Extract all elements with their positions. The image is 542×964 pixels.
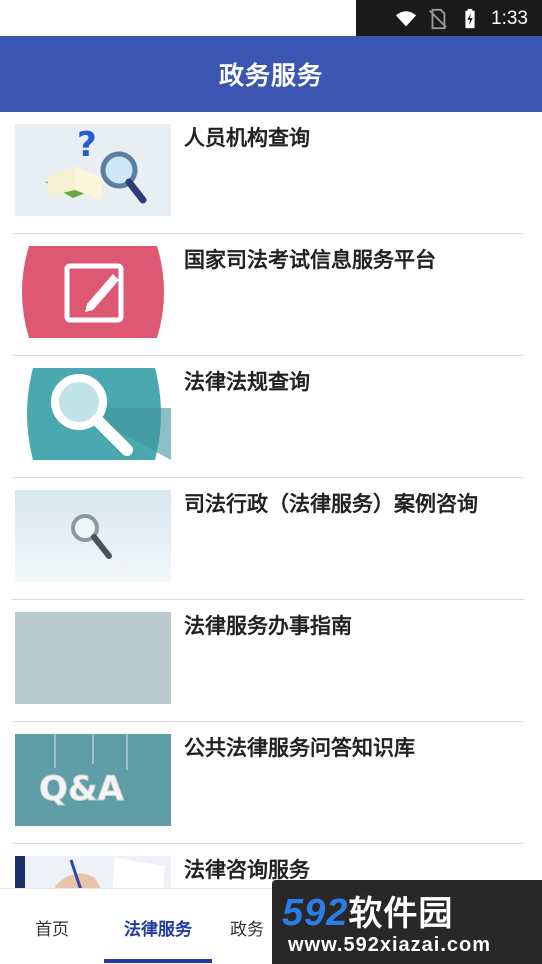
- battery-charging-icon: [465, 8, 475, 29]
- list-item[interactable]: 法律法规查询: [12, 356, 524, 478]
- service-list: ? 人员机构查询 国家司法考试信息服务平台 法律法规查询 司法行政（法律服务）案…: [0, 112, 542, 888]
- blank-image-icon: [15, 612, 171, 704]
- list-item[interactable]: Q&A 公共法律服务问答知识库: [12, 722, 524, 844]
- list-item-label: 法律服务办事指南: [184, 614, 352, 638]
- tab-legal-services[interactable]: 法律服务: [104, 889, 212, 964]
- list-item-label: 国家司法考试信息服务平台: [184, 248, 436, 272]
- tab-home[interactable]: 首页: [0, 889, 104, 964]
- writing-hand-icon: [15, 856, 171, 888]
- list-item-label: 司法行政（法律服务）案例咨询: [184, 492, 478, 516]
- qa-icon: Q&A: [15, 734, 171, 826]
- app-bar: 政务服务: [0, 36, 542, 112]
- book-magnifier-icon: ?: [15, 124, 171, 216]
- status-icons: 1:33: [356, 0, 542, 38]
- list-item[interactable]: ? 人员机构查询: [12, 112, 524, 234]
- list-item-label: 法律法规查询: [184, 370, 310, 394]
- watermark-logo: 592软件园 www.592xiazai.com: [272, 880, 542, 964]
- svg-text:?: ?: [77, 125, 97, 165]
- list-item-label: 人员机构查询: [184, 126, 310, 150]
- list-item[interactable]: 国家司法考试信息服务平台: [12, 234, 524, 356]
- edit-pencil-icon: [15, 246, 171, 338]
- svg-text:Q&A: Q&A: [39, 769, 125, 809]
- no-sim-icon: [429, 8, 447, 30]
- watermark-brand: 软件园: [348, 895, 454, 933]
- status-bar: 1:33: [0, 0, 542, 38]
- wifi-icon: [395, 11, 417, 27]
- list-item-label: 公共法律服务问答知识库: [184, 736, 415, 760]
- magnifier-icon: [15, 368, 171, 460]
- list-item[interactable]: 法律服务办事指南: [12, 600, 524, 722]
- magnifier-icon: [15, 490, 171, 582]
- list-item[interactable]: 司法行政（法律服务）案例咨询: [12, 478, 524, 600]
- watermark-number: 592: [282, 892, 349, 934]
- page-title: 政务服务: [218, 61, 323, 90]
- watermark-url: www.592xiazai.com: [288, 934, 492, 956]
- active-tab-indicator: [104, 959, 212, 963]
- status-time: 1:33: [491, 8, 528, 29]
